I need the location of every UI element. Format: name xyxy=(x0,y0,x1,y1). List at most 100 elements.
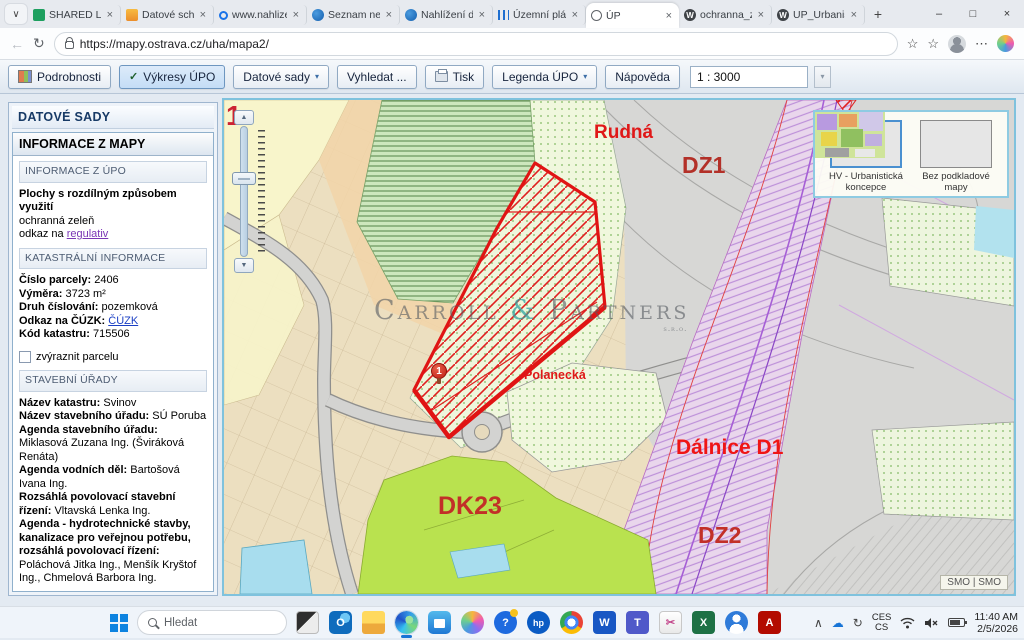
zoom-out-button[interactable]: ▼ xyxy=(234,258,254,273)
start-button[interactable] xyxy=(110,614,128,632)
map-attribution: SMO | SMO xyxy=(940,575,1008,590)
language-indicator[interactable]: CESCS xyxy=(872,613,892,633)
taskbar-app-icon[interactable]: hp xyxy=(527,611,550,634)
cadastre-field: Kód katastru: 715506 xyxy=(19,328,207,342)
upo-zone-value: ochranná zeleň xyxy=(19,215,207,229)
highlight-parcel-checkbox[interactable] xyxy=(19,351,31,363)
label-dz2: DZ2 xyxy=(698,522,741,549)
label-rudna: Rudná xyxy=(594,122,653,144)
browser-tab[interactable]: Seznam nemo × xyxy=(307,5,400,25)
sync-icon[interactable]: ↻ xyxy=(853,616,863,630)
taskbar-app-icon[interactable] xyxy=(362,611,385,634)
chevron-down-icon: ▾ xyxy=(315,72,319,81)
map-canvas[interactable]: 1 Rudná DZ1 Polanecká Dálnice D1 DK23 DZ… xyxy=(222,98,1016,596)
tab-close-icon[interactable]: × xyxy=(849,9,859,21)
taskbar-app-icon[interactable]: A xyxy=(758,611,781,634)
tab-label: ÚP xyxy=(606,10,660,22)
basemap-thumbnail[interactable] xyxy=(920,120,992,168)
building-office-field: Agenda vodních děl: Bartošová Ivana Ing. xyxy=(19,464,207,491)
refresh-icon[interactable]: ↻ xyxy=(33,35,45,52)
tab-close-icon[interactable]: × xyxy=(570,9,580,21)
tab-close-icon[interactable]: × xyxy=(198,9,208,21)
browser-tab[interactable]: W UP_Urbanism × xyxy=(772,5,865,25)
building-office-field: Název stavebního úřadu: SÚ Poruba xyxy=(19,410,207,424)
window-minimize-button[interactable]: – xyxy=(922,0,956,28)
legenda-upo-dropdown[interactable]: Legenda ÚPO ▾ xyxy=(492,65,597,89)
printer-icon xyxy=(435,71,448,82)
taskbar-app-icon[interactable]: W xyxy=(593,611,616,634)
tisk-button[interactable]: Tisk xyxy=(425,65,485,89)
building-office-field: Rozsáhlá povolovací stavební řízení: Vlt… xyxy=(19,491,207,518)
label-polanecka: Polanecká xyxy=(524,368,586,382)
taskbar-app-icon[interactable]: ✂ xyxy=(659,611,682,634)
tab-close-icon[interactable]: × xyxy=(105,9,115,21)
taskbar-app-icon[interactable] xyxy=(725,611,748,634)
browser-tab[interactable]: Nahlížení do × xyxy=(400,5,493,25)
zoom-slider-handle[interactable] xyxy=(232,172,256,185)
cadastre-field: Druh číslování: pozemková xyxy=(19,301,207,315)
taskbar-app-icon[interactable] xyxy=(296,611,319,634)
browser-tab[interactable]: SHARED LIST × xyxy=(28,5,121,25)
taskbar-app-icon[interactable]: T xyxy=(626,611,649,634)
window-maximize-button[interactable]: □ xyxy=(956,0,990,28)
map-marker-1[interactable]: 1 xyxy=(431,363,447,379)
taskbar-app-icon[interactable]: O xyxy=(329,611,352,634)
scale-input[interactable]: 1 : 3000 xyxy=(690,66,808,88)
tab-search-chevron-icon[interactable]: ∨ xyxy=(4,3,28,25)
profile-avatar[interactable] xyxy=(948,35,966,53)
browser-tab[interactable]: W ochranna_zele × xyxy=(679,5,772,25)
datove-sady-dropdown[interactable]: Datové sady ▾ xyxy=(233,65,329,89)
browser-menu-icon[interactable]: ⋯ xyxy=(975,36,988,52)
url-field[interactable]: https://mapy.ostrava.cz/uha/mapa2/ xyxy=(54,32,898,56)
vykresy-upo-button[interactable]: ✓ Výkresy ÚPO xyxy=(119,65,225,89)
favorites-add-icon[interactable]: ☆ xyxy=(927,36,939,52)
taskbar-app-icon[interactable]: ? xyxy=(494,611,517,634)
volume-muted-icon[interactable] xyxy=(924,617,939,629)
battery-icon[interactable] xyxy=(948,618,965,627)
taskbar-app-icon[interactable] xyxy=(395,611,418,634)
zoom-in-button[interactable]: ▲ xyxy=(234,110,254,125)
cadastre-field: Výměra: 3723 m² xyxy=(19,288,207,302)
tray-chevron-icon[interactable]: ∧ xyxy=(814,616,823,630)
window-close-button[interactable]: × xyxy=(990,0,1024,28)
tab-favicon xyxy=(219,11,228,20)
regulativ-link[interactable]: regulativ xyxy=(67,228,109,240)
onedrive-icon[interactable]: ☁ xyxy=(832,616,844,630)
tab-close-icon[interactable]: × xyxy=(664,10,674,22)
tab-close-icon[interactable]: × xyxy=(384,9,394,21)
wifi-icon[interactable] xyxy=(900,617,915,629)
browser-tab-strip: ∨ SHARED LIST × Datové schrán × www.nahl… xyxy=(0,0,1024,28)
tab-favicon: W xyxy=(777,9,789,21)
taskbar-search[interactable]: Hledat xyxy=(137,610,287,635)
browser-tab[interactable]: ÚP × xyxy=(586,3,679,28)
tab-favicon xyxy=(405,9,417,21)
watermark: Carroll & Partners s.r.o. xyxy=(374,295,689,326)
clock[interactable]: 11:40 AM2/5/2026 xyxy=(974,611,1018,635)
scale-dropdown-arrow[interactable]: ▾ xyxy=(814,66,831,88)
tab-close-icon[interactable]: × xyxy=(477,9,487,21)
podrobnosti-button[interactable]: Podrobnosti xyxy=(8,65,111,89)
tab-favicon xyxy=(591,10,602,21)
zoom-slider-track[interactable] xyxy=(240,126,248,257)
taskbar-app-icon[interactable] xyxy=(560,611,583,634)
checkbox-label: zvýraznit parcelu xyxy=(36,351,119,365)
new-tab-button[interactable]: + xyxy=(865,3,891,25)
browser-tab[interactable]: Územní plán × xyxy=(493,5,586,25)
taskbar-app-icon[interactable]: X xyxy=(692,611,715,634)
napoveda-button[interactable]: Nápověda xyxy=(605,65,680,89)
browser-tab[interactable]: Datové schrán × xyxy=(121,5,214,25)
tab-label: SHARED LIST xyxy=(49,9,101,21)
copilot-icon[interactable] xyxy=(997,35,1014,52)
taskbar-app-icon[interactable] xyxy=(428,611,451,634)
taskbar-app-icon[interactable] xyxy=(461,611,484,634)
back-icon[interactable]: ← xyxy=(10,36,24,52)
tab-close-icon[interactable]: × xyxy=(291,9,301,21)
basemap-option[interactable]: Bez podkladové mapy xyxy=(912,120,1000,196)
bookmark-star-icon[interactable]: ☆ xyxy=(907,36,919,52)
tab-close-icon[interactable]: × xyxy=(756,9,766,21)
vyhledat-button[interactable]: Vyhledat ... xyxy=(337,65,417,89)
upo-usage-type: Plochy s rozdílným způsobem využití xyxy=(19,188,207,215)
tab-favicon: W xyxy=(684,9,696,21)
tab-label: Územní plán xyxy=(513,9,566,21)
browser-tab[interactable]: www.nahlizen × xyxy=(214,5,307,25)
